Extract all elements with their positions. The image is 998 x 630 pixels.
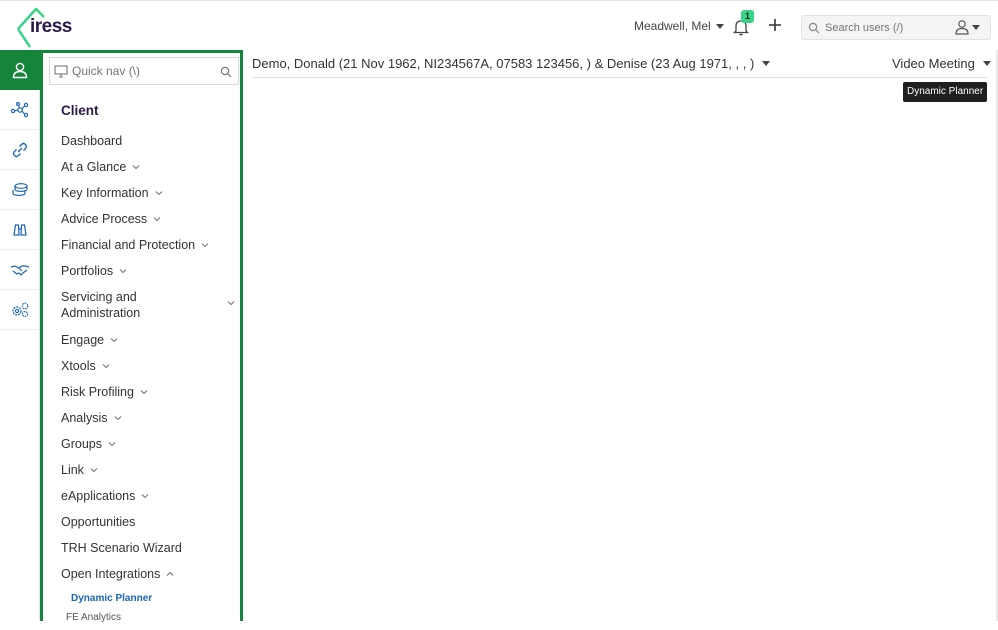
search-icon: [808, 22, 820, 33]
chevron-down-icon: [90, 468, 98, 473]
tooltip: Dynamic Planner: [903, 82, 988, 102]
nav-item-financial-protection[interactable]: Financial and Protection: [61, 237, 241, 263]
nav-item-engage[interactable]: Engage: [61, 332, 241, 358]
nav-item-key-information[interactable]: Key Information: [61, 185, 241, 211]
rail-item-network[interactable]: [0, 90, 40, 130]
video-meeting-label: Video Meeting: [892, 56, 975, 71]
nav-item-risk-profiling[interactable]: Risk Profiling: [61, 384, 241, 410]
user-menu[interactable]: Meadwell, Mel: [634, 19, 724, 33]
caret-down-icon: [972, 24, 980, 30]
chevron-down-icon: [227, 301, 235, 306]
rail-item-binoculars[interactable]: [0, 210, 40, 250]
chevron-down-icon: [132, 165, 140, 170]
nav-item-label: Analysis: [61, 411, 108, 425]
nav-item-xtools[interactable]: Xtools: [61, 358, 241, 384]
client-selector[interactable]: Demo, Donald (21 Nov 1962, NI234567A, 07…: [252, 56, 771, 71]
nav-item-label: Opportunities: [61, 515, 136, 529]
nav-item-label: Xtools: [61, 359, 96, 373]
chevron-down-icon: [102, 364, 110, 369]
add-icon[interactable]: [766, 16, 784, 34]
nav-item-label: Servicing and Administration: [61, 290, 141, 320]
notification-badge: 1: [741, 10, 754, 23]
chevron-down-icon: [201, 243, 209, 248]
nav-item-at-a-glance[interactable]: At a Glance: [61, 159, 241, 185]
nav-item-servicing-administration[interactable]: Servicing and Administration: [61, 289, 241, 332]
network-icon: [10, 101, 29, 117]
nav-item-label: Risk Profiling: [61, 385, 134, 399]
header-divider: [252, 77, 988, 78]
person-icon: [955, 20, 969, 35]
client-nav-panel: Client Dashboard At a Glance Key Informa…: [40, 50, 243, 623]
caret-down-icon: [715, 23, 724, 29]
client-title: Demo, Donald (21 Nov 1962, NI234567A, 07…: [252, 56, 755, 71]
profile-menu-button[interactable]: [954, 18, 980, 36]
nav-item-label: At a Glance: [61, 160, 127, 174]
nav-item-label: Advice Process: [61, 212, 148, 226]
nav-item-open-integrations[interactable]: Open Integrations: [61, 566, 241, 592]
nav-item-opportunities[interactable]: Opportunities: [61, 514, 241, 540]
nav-item-label: TRH Scenario Wizard: [61, 541, 182, 555]
rail-item-coins[interactable]: [0, 170, 40, 210]
handshake-icon: [10, 264, 30, 276]
user-name: Meadwell, Mel: [634, 19, 711, 33]
binoculars-icon: [13, 223, 27, 236]
nav-item-label: Engage: [61, 333, 105, 347]
chevron-down-icon: [155, 191, 162, 196]
nav-item-label: Financial and Protection: [61, 238, 196, 252]
person-icon: [12, 62, 28, 79]
chevron-down-icon: [119, 269, 127, 274]
nav-subitem-dynamic-planner[interactable]: Dynamic Planner: [61, 592, 241, 611]
quick-nav-box[interactable]: [49, 57, 239, 85]
video-meeting-menu[interactable]: Video Meeting: [892, 56, 991, 71]
nav-item-label: Open Integrations: [61, 567, 161, 581]
chevron-down-icon: [114, 416, 121, 421]
nav-item-advice-process[interactable]: Advice Process: [61, 211, 241, 237]
chevron-down-icon: [108, 442, 116, 447]
monitor-icon: [54, 64, 68, 78]
nav-item-label: Groups: [61, 437, 102, 451]
chevron-down-icon: [153, 217, 161, 222]
caret-down-icon: [762, 61, 771, 66]
rail-item-settings[interactable]: [0, 290, 40, 330]
icon-rail: [0, 50, 40, 621]
search-users-input[interactable]: [825, 21, 955, 34]
chevron-up-icon: [166, 571, 174, 576]
nav-item-link[interactable]: Link: [61, 462, 241, 488]
nav-item-label: Portfolios: [61, 264, 114, 278]
nav-item-eapplications[interactable]: eApplications: [61, 488, 241, 514]
gears-icon: [12, 302, 29, 317]
nav-item-portfolios[interactable]: Portfolios: [61, 263, 241, 289]
link-icon: [12, 142, 28, 157]
coins-icon: [12, 182, 28, 196]
quick-nav-input[interactable]: [72, 64, 212, 78]
top-bar: iress Meadwell, Mel 1: [0, 0, 998, 50]
nav-item-groups[interactable]: Groups: [61, 436, 241, 462]
caret-down-icon: [982, 61, 991, 66]
search-icon[interactable]: [220, 66, 232, 78]
chevron-down-icon: [110, 338, 118, 343]
chevron-down-icon: [141, 494, 149, 499]
logo-text: iress: [30, 16, 72, 37]
nav-item-label: Dashboard: [61, 134, 123, 148]
nav-list: Dashboard At a Glance Key Information Ad…: [61, 133, 241, 630]
rail-item-link[interactable]: [0, 130, 40, 170]
nav-item-analysis[interactable]: Analysis: [61, 410, 241, 436]
rail-item-handshake[interactable]: [0, 250, 40, 290]
nav-item-label: Link: [61, 463, 84, 477]
nav-item-trh-scenario-wizard[interactable]: TRH Scenario Wizard: [61, 540, 241, 566]
rail-item-client[interactable]: [0, 50, 40, 90]
nav-item-label: eApplications: [61, 489, 136, 503]
nav-item-label: Key Information: [61, 186, 149, 200]
chevron-down-icon: [140, 390, 148, 395]
nav-item-dashboard[interactable]: Dashboard: [61, 133, 241, 159]
nav-heading: Client: [61, 103, 99, 118]
